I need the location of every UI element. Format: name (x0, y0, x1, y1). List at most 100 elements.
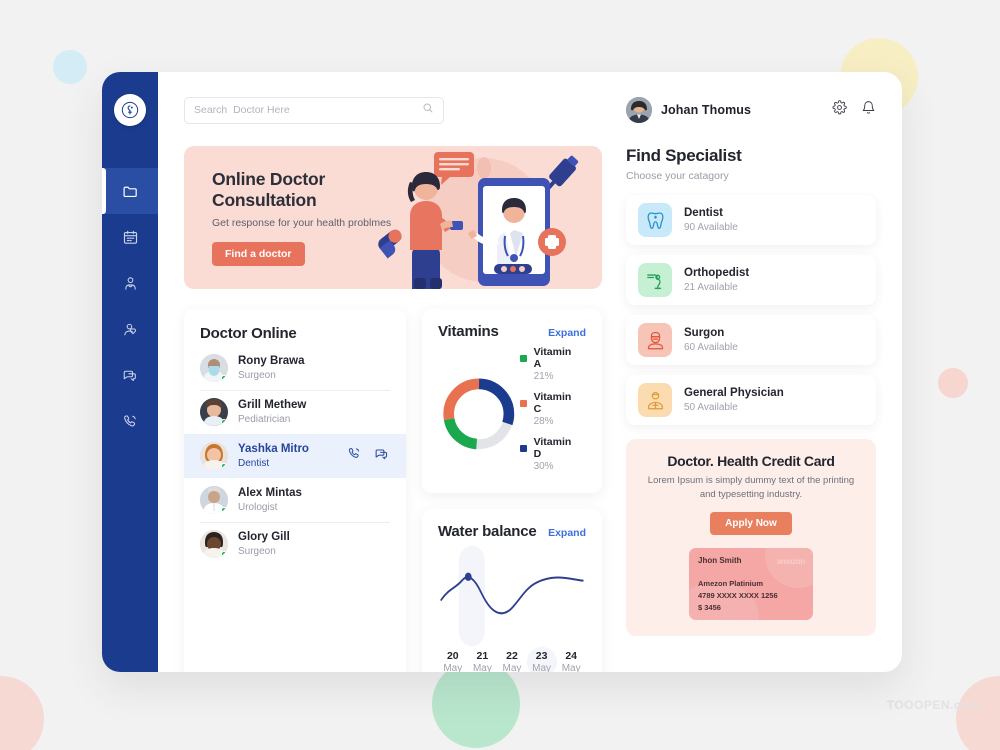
date-day: 24 (565, 650, 578, 662)
date-day: 20 (446, 650, 459, 662)
find-specialist-subtitle: Choose your catagory (626, 170, 729, 182)
legend-swatch-vitamin-c (519, 399, 527, 407)
water-expand-link[interactable]: Expand (548, 527, 586, 539)
doctor-actions (347, 446, 390, 467)
legend-value: 28% (533, 416, 554, 427)
bell-icon[interactable] (861, 100, 876, 120)
find-specialist-title: Find Specialist (626, 146, 742, 165)
doctor-specialty: Pediatrician (238, 413, 291, 425)
highlight-column-21-may (458, 546, 485, 646)
doctor-list-item[interactable]: Glory Gill Surgeon (184, 522, 406, 566)
legend-label: Vitamin A (533, 346, 572, 370)
avatar (200, 486, 228, 514)
physician-icon (638, 383, 672, 417)
doctor-name: Rony Brawa (238, 355, 305, 368)
top-icon-group (832, 100, 876, 120)
legend-swatch-vitamin-d (519, 444, 527, 452)
doctor-list-item-active[interactable]: Yashka Mitro Dentist (184, 434, 406, 478)
legend-swatch-vitamin-a (519, 354, 527, 362)
sidebar-item-folder[interactable] (102, 168, 158, 214)
credit-card-preview: Jhon Smith amazon Amezon Platinium 4789 … (689, 547, 813, 620)
decorative-blob-pink-left (0, 676, 44, 750)
left-column: Online Doctor Consultation Get response … (158, 94, 616, 672)
medical-caduceus-logo-icon[interactable] (114, 94, 146, 126)
doctor-specialty: Dentist (238, 457, 270, 469)
sidebar-item-doctors[interactable] (102, 260, 158, 306)
water-date-tick-selected[interactable]: 23 May (527, 646, 557, 672)
doctor-info: Glory Gill Surgeon (238, 530, 290, 557)
date-day: 23 (535, 650, 548, 662)
doctor-list-item[interactable]: Alex Mintas Urologist (184, 478, 406, 522)
chat-bubble-icon[interactable] (374, 446, 390, 467)
specialist-card-surgon[interactable]: Surgon 60 Available (626, 315, 876, 365)
data-point-21-may (464, 572, 472, 581)
doctor-online-title: Doctor Online (200, 325, 297, 342)
doctor-list-item[interactable]: Grill Methew Pediatrician (184, 390, 406, 434)
sidebar-item-calls[interactable] (102, 398, 158, 444)
card-amount: $ 3456 (698, 602, 721, 612)
vitamins-card: Vitamins Expand Vitamin A 21% Vitamin C … (422, 309, 602, 493)
phone-call-icon[interactable] (347, 446, 362, 466)
consultation-banner: Online Doctor Consultation Get response … (184, 146, 602, 289)
doctor-name: Alex Mintas (238, 487, 302, 500)
sidebar-item-messages[interactable] (102, 352, 158, 398)
vitamins-expand-link[interactable]: Expand (548, 327, 586, 339)
avatar (200, 398, 228, 426)
search-icon[interactable] (422, 101, 434, 119)
legend-item: Vitamin D 30% (519, 436, 580, 472)
profile-name: Johan Thomus (661, 103, 752, 117)
specialist-info: Surgon 60 Available (684, 326, 738, 354)
water-date-axis: 20 May 21 May 22 May 23 May 24 May (438, 646, 586, 672)
find-a-doctor-button[interactable]: Find a doctor (212, 242, 305, 266)
watermark: TOOOPEN.com (886, 698, 980, 712)
online-dot (221, 507, 227, 513)
doctor-info: Alex Mintas Urologist (238, 486, 302, 513)
water-date-tick[interactable]: 24 May (556, 646, 586, 672)
specialist-card-general-physician[interactable]: General Physician 50 Available (626, 375, 876, 425)
card-number: 4789 XXXX XXXX 1256 (698, 590, 778, 600)
doctor-name: Glory Gill (238, 531, 290, 544)
sidebar-item-patients[interactable] (102, 306, 158, 352)
vitamins-legend: Vitamin A 21% Vitamin C 28% Vitamin D 30… (519, 346, 586, 481)
specialist-card-dentist[interactable]: Dentist 90 Available (626, 195, 876, 245)
water-date-tick[interactable]: 20 May (438, 646, 468, 672)
avatar[interactable] (626, 97, 652, 123)
doctor-name: Yashka Mitro (238, 443, 309, 456)
profile-bar: Johan Thomus (626, 94, 876, 126)
water-line-chart (438, 546, 586, 646)
card-details: Amezon Platinium 4789 XXXX XXXX 1256 $ 3… (698, 579, 778, 612)
legend-label: Vitamin C (533, 391, 572, 415)
online-dot (221, 551, 227, 557)
apply-now-button[interactable]: Apply Now (710, 511, 792, 535)
online-dot (221, 419, 227, 425)
decorative-blob-green (432, 660, 520, 748)
date-month: May (502, 663, 522, 672)
online-dot (221, 463, 227, 469)
search-bar-row (184, 94, 602, 126)
lower-row: Doctor Online Rony Brawa Surgeon Grill M… (184, 309, 602, 672)
doctor-list-item[interactable]: Rony Brawa Surgeon (184, 346, 406, 390)
bone-knee-icon (638, 263, 672, 297)
find-specialist-section: Find Specialist Choose your catagory Den… (626, 146, 876, 425)
vitamins-title: Vitamins (438, 323, 499, 340)
specialist-name: Orthopedist (684, 267, 750, 280)
specialist-availability: 60 Available (684, 341, 738, 353)
banner-subtitle: Get response for your health problmes (212, 217, 392, 229)
avatar (200, 530, 228, 558)
search-input-container[interactable] (184, 96, 444, 124)
specialist-name: General Physician (684, 387, 784, 400)
water-date-tick[interactable]: 21 May (468, 646, 498, 672)
specialist-availability: 21 Available (684, 281, 738, 293)
water-title: Water balance (438, 523, 537, 540)
water-date-tick[interactable]: 22 May (497, 646, 527, 672)
surgeon-icon (638, 323, 672, 357)
banner-text-block: Online Doctor Consultation Get response … (184, 169, 434, 266)
decorative-blob-blue (53, 50, 87, 84)
specialist-info: Dentist 90 Available (684, 206, 738, 234)
specialist-name: Surgon (684, 327, 725, 340)
search-input[interactable] (194, 104, 416, 116)
date-day: 22 (506, 650, 518, 662)
gear-icon[interactable] (832, 100, 847, 120)
specialist-card-orthopedist[interactable]: Orthopedist 21 Available (626, 255, 876, 305)
sidebar-item-calendar[interactable] (102, 214, 158, 260)
